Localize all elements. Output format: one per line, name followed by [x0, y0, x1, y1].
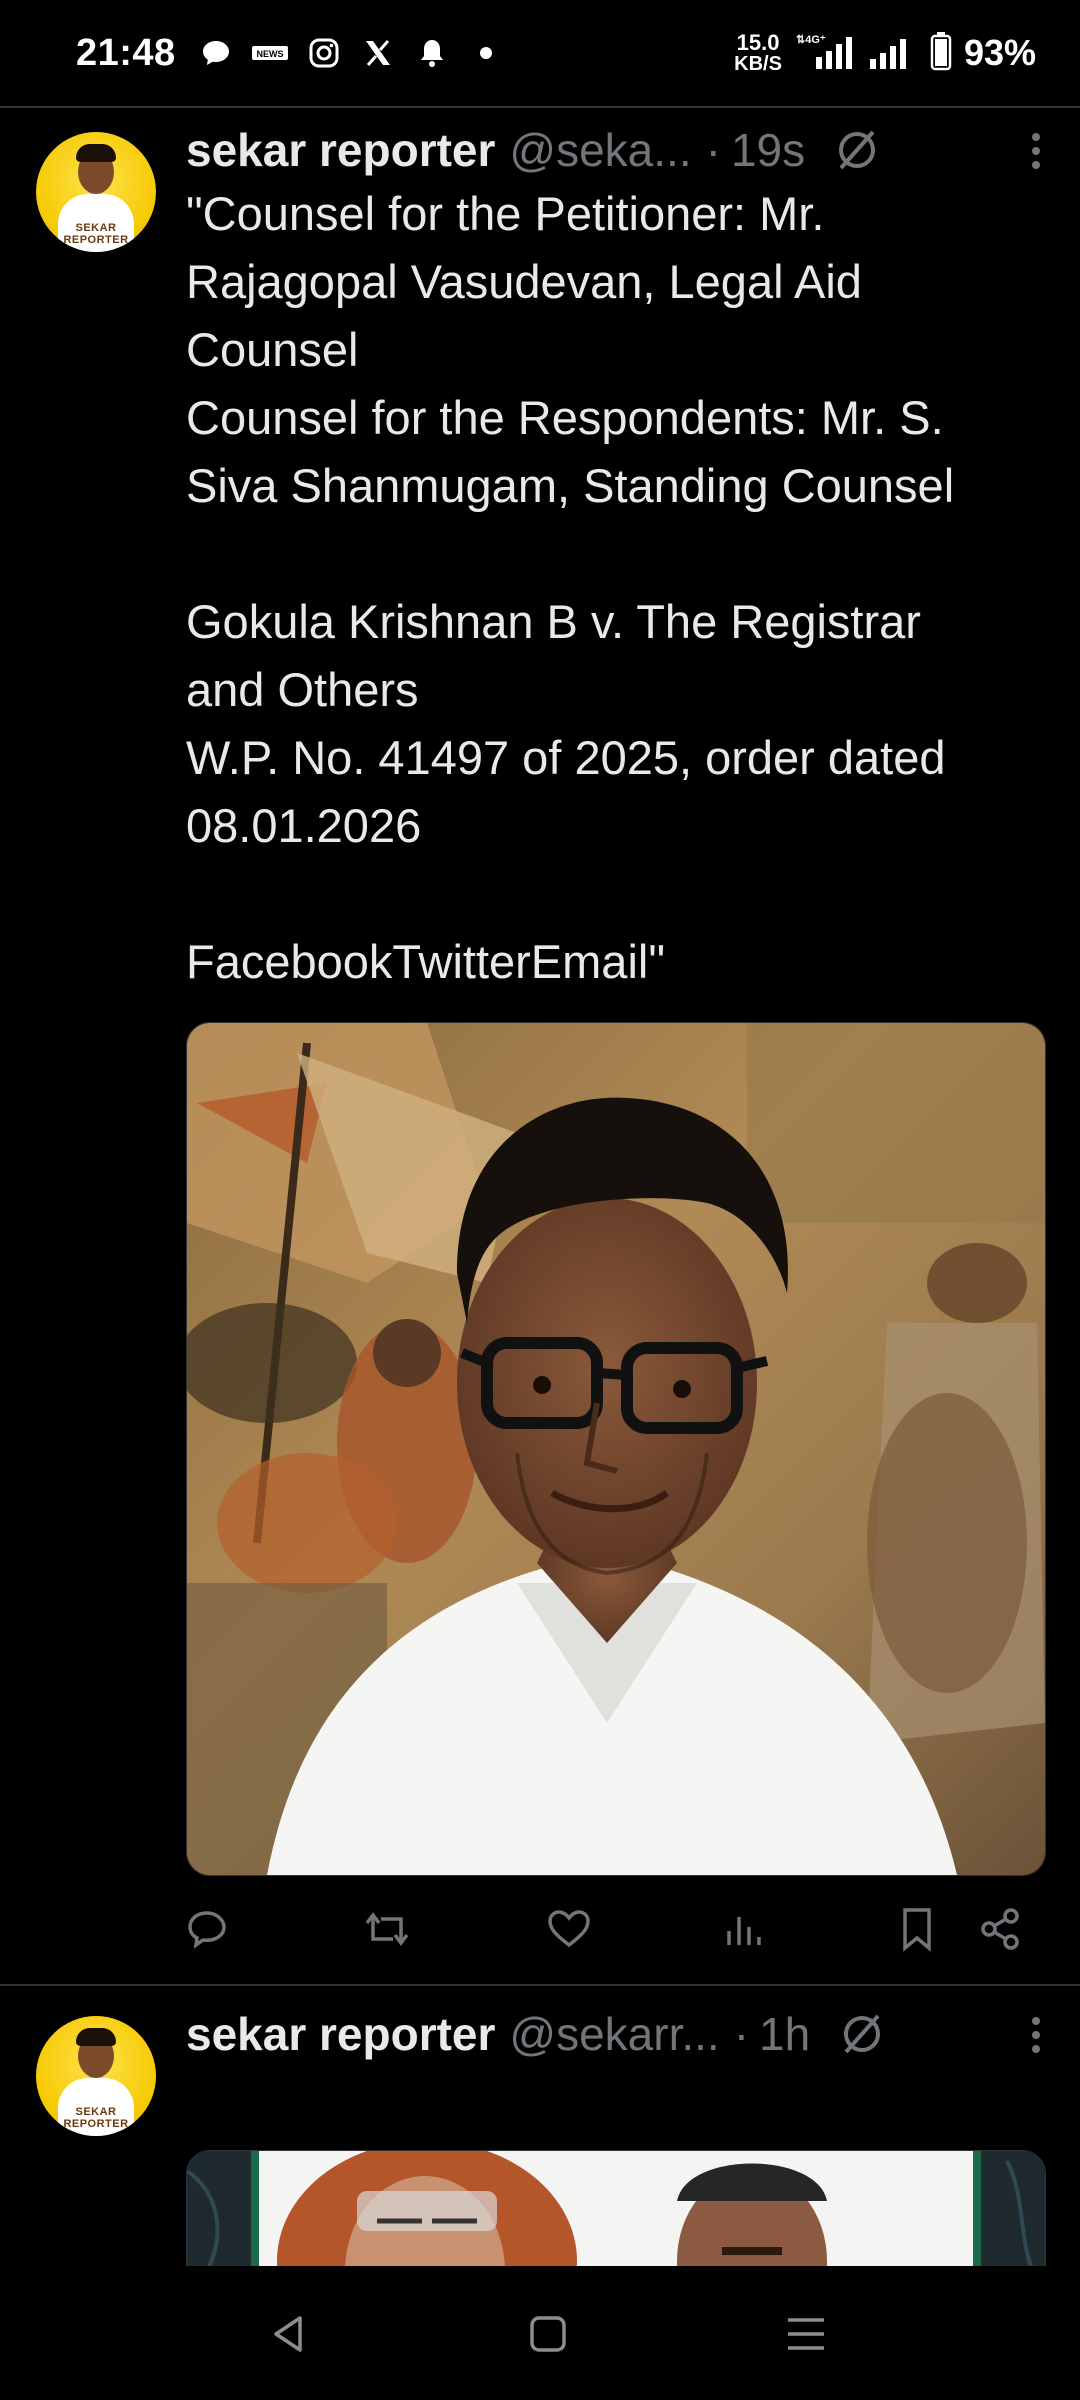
- tweet-actions: [186, 1894, 1046, 1964]
- author-handle[interactable]: @seka...: [509, 123, 691, 177]
- status-time: 21:48: [76, 31, 176, 74]
- home-icon[interactable]: [518, 2304, 578, 2364]
- tweet-header: sekar reporter @seka... · 19s: [186, 120, 1046, 180]
- separator-dot: ·: [705, 124, 721, 176]
- battery-icon: [930, 31, 952, 76]
- signal-icon: [868, 31, 918, 76]
- share-icon[interactable]: [975, 1904, 1025, 1954]
- separator-dot: ·: [733, 2008, 750, 2060]
- system-navigation-bar: [0, 2266, 1080, 2400]
- tweet-header: sekar reporter @sekarr... · 1h: [186, 2004, 1046, 2064]
- avatar[interactable]: SEKAR REPORTER: [36, 132, 156, 252]
- bell-icon: [414, 35, 450, 71]
- more-options-icon[interactable]: [1030, 2012, 1042, 2066]
- tweet-time[interactable]: 19s: [731, 123, 805, 177]
- bookmark-icon[interactable]: [892, 1904, 942, 1954]
- tweet-text: "Counsel for the Petitioner: Mr. Rajagop…: [186, 187, 955, 988]
- grok-icon[interactable]: [838, 2010, 886, 2058]
- avatar[interactable]: SEKAR REPORTER: [36, 2016, 156, 2136]
- recents-icon[interactable]: [776, 2304, 836, 2364]
- instagram-icon: [306, 35, 342, 71]
- author-name[interactable]: sekar reporter: [186, 123, 495, 177]
- back-icon[interactable]: [258, 2304, 318, 2364]
- svg-text:NEWS: NEWS: [256, 49, 283, 59]
- svg-text:⇅4G⁺: ⇅4G⁺: [796, 34, 826, 46]
- tweet-time[interactable]: 1h: [759, 2007, 810, 2061]
- news-icon: NEWS: [251, 35, 288, 71]
- network-speed: 15.0 KB/S: [734, 30, 782, 75]
- more-options-icon[interactable]: [1030, 128, 1042, 182]
- chat-bubble-icon: [198, 35, 234, 71]
- views-icon[interactable]: [718, 1904, 768, 1954]
- reply-icon[interactable]: [182, 1904, 232, 1954]
- tweet[interactable]: SEKAR REPORTER sekar reporter @sekarr...…: [0, 1986, 1080, 2266]
- like-icon[interactable]: [544, 1904, 594, 1954]
- retweet-icon[interactable]: [362, 1904, 412, 1954]
- grok-icon[interactable]: [833, 126, 881, 174]
- tweet-media-image[interactable]: [186, 1022, 1046, 1876]
- x-icon: [360, 35, 396, 71]
- signal-4g-icon: ⇅4G⁺: [794, 31, 856, 76]
- author-name[interactable]: sekar reporter: [186, 2007, 495, 2061]
- tweet[interactable]: SEKAR REPORTER sekar reporter @seka... ·…: [0, 108, 1080, 1983]
- author-handle[interactable]: @sekarr...: [509, 2007, 719, 2061]
- battery-percent: 93%: [963, 32, 1036, 73]
- tweet-media-image[interactable]: [186, 2150, 1046, 2266]
- status-bar: 21:48 NEWS 15.0 KB/S ⇅4G⁺ 93%: [0, 0, 1080, 106]
- dot-icon: [468, 35, 504, 71]
